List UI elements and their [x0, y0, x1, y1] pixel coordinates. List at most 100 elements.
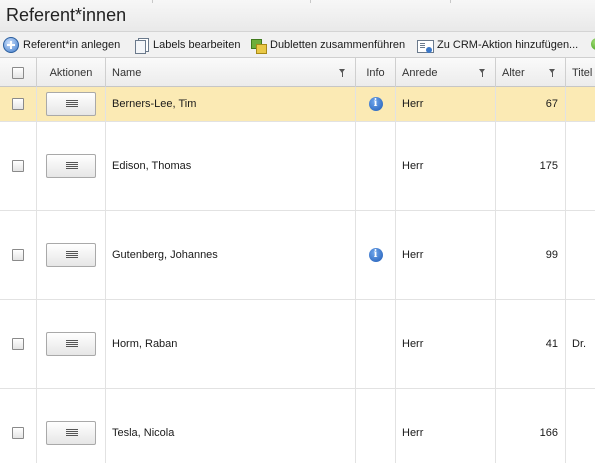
row-select-cell [0, 211, 37, 299]
name-value: Tesla, Nicola [112, 427, 175, 439]
page-title: Referent*innen [6, 5, 127, 25]
add-speaker-label: Referent*in anlegen [23, 39, 121, 51]
name-value: Gutenberg, Johannes [112, 249, 218, 261]
column-header-alter[interactable]: Alter [496, 58, 566, 87]
alter-cell: 99 [496, 211, 566, 299]
menu-lines-icon [66, 429, 78, 438]
anrede-cell: Herr [396, 87, 496, 121]
add-to-crm-action-button[interactable]: Zu CRM-Aktion hinzufügen... [417, 36, 578, 54]
name-value: Berners-Lee, Tim [112, 98, 197, 110]
titel-cell [566, 122, 595, 210]
name-cell: Gutenberg, Johannes [106, 211, 356, 299]
select-all-checkbox[interactable] [12, 66, 24, 79]
column-header-info-label: Info [366, 66, 385, 79]
anrede-value: Herr [402, 249, 424, 261]
add-to-crm-action-label: Zu CRM-Aktion hinzufügen... [437, 39, 579, 51]
filter-icon[interactable] [479, 69, 486, 77]
filter-icon[interactable] [339, 69, 346, 77]
titel-cell [566, 211, 595, 299]
row-actions-cell [37, 211, 106, 299]
info-cell: i [356, 211, 396, 299]
alter-value: 99 [545, 249, 558, 261]
column-header-name[interactable]: Name [106, 58, 356, 87]
row-actions-button[interactable] [46, 154, 96, 178]
titlebar-divider [450, 0, 451, 3]
name-cell: Edison, Thomas [106, 122, 356, 210]
anrede-value: Herr [402, 160, 424, 172]
row-checkbox[interactable] [12, 160, 24, 172]
column-header-anrede[interactable]: Anrede [396, 58, 496, 87]
name-cell: Tesla, Nicola [106, 389, 356, 463]
info-cell [356, 122, 396, 210]
column-header-name-label: Name [112, 66, 142, 79]
edit-labels-button[interactable]: Labels bearbeiten [133, 36, 240, 54]
info-cell [356, 300, 396, 388]
table-row[interactable]: Gutenberg, Johannes i Herr 99 [0, 211, 595, 300]
column-header-titel[interactable]: Titel [566, 58, 595, 87]
info-cell [356, 389, 396, 463]
row-select-cell [0, 87, 37, 121]
alter-value: 166 [539, 427, 558, 439]
column-header-titel-label: Titel [572, 66, 593, 79]
row-actions-button[interactable] [46, 92, 96, 116]
row-actions-button[interactable] [46, 332, 96, 356]
table-row[interactable]: Edison, Thomas Herr 175 [0, 122, 595, 211]
name-cell: Berners-Lee, Tim [106, 87, 356, 121]
row-checkbox[interactable] [12, 338, 24, 350]
edit-labels-label: Labels bearbeiten [153, 39, 241, 51]
row-actions-button[interactable] [46, 421, 96, 445]
row-actions-cell [37, 389, 106, 463]
header-select-all [0, 58, 37, 87]
column-header-actions-label: Aktionen [49, 66, 93, 79]
labels-icon [133, 37, 149, 54]
alter-value: 41 [545, 338, 558, 350]
merge-duplicates-button[interactable]: Dubletten zusammenführen [250, 36, 405, 54]
anrede-cell: Herr [396, 122, 496, 210]
add-speaker-button[interactable]: Referent*in anlegen [3, 36, 120, 54]
table-header: Aktionen Name Info Anrede Alter Titel [0, 58, 595, 87]
titel-value: Dr. [572, 338, 587, 350]
table-row[interactable]: Horm, Raban Herr 41 Dr. [0, 300, 595, 389]
filter-icon[interactable] [549, 69, 556, 77]
menu-lines-icon [66, 340, 78, 349]
row-actions-cell [37, 122, 106, 210]
row-select-cell [0, 300, 37, 388]
column-header-alter-label: Alter [502, 66, 525, 79]
anrede-cell: Herr [396, 389, 496, 463]
row-actions-button[interactable] [46, 243, 96, 267]
row-select-cell [0, 122, 37, 210]
alter-value: 175 [539, 160, 558, 172]
alter-value: 67 [545, 98, 558, 110]
toolbar: Referent*in anlegen Labels bearbeiten Du… [0, 32, 595, 58]
column-header-actions: Aktionen [37, 58, 106, 87]
merge-duplicates-icon [250, 37, 267, 54]
anrede-value: Herr [402, 338, 424, 350]
row-actions-cell [37, 87, 106, 121]
column-header-info: Info [356, 58, 396, 87]
row-checkbox[interactable] [12, 98, 24, 110]
column-header-anrede-label: Anrede [402, 66, 438, 79]
menu-lines-icon [66, 100, 78, 109]
name-cell: Horm, Raban [106, 300, 356, 388]
titlebar-divider [310, 0, 311, 3]
row-select-cell [0, 389, 37, 463]
alter-cell: 166 [496, 389, 566, 463]
merge-duplicates-label: Dubletten zusammenführen [270, 39, 406, 51]
menu-lines-icon [66, 251, 78, 260]
titlebar-divider [152, 0, 153, 3]
menu-lines-icon [66, 162, 78, 171]
name-value: Horm, Raban [112, 338, 178, 350]
row-checkbox[interactable] [12, 427, 24, 439]
row-checkbox[interactable] [12, 249, 24, 261]
titel-cell: Dr. [566, 300, 595, 388]
crm-card-icon [417, 37, 434, 53]
table-row[interactable]: Berners-Lee, Tim i Herr 67 [0, 87, 595, 122]
alter-cell: 175 [496, 122, 566, 210]
window-titlebar: Referent*innen [0, 0, 595, 32]
table-row[interactable]: Tesla, Nicola Herr 166 [0, 389, 595, 463]
anrede-cell: Herr [396, 300, 496, 388]
row-actions-cell [37, 300, 106, 388]
add-circle-icon [3, 37, 19, 53]
info-icon[interactable]: i [368, 248, 383, 262]
info-icon[interactable]: i [368, 97, 383, 111]
